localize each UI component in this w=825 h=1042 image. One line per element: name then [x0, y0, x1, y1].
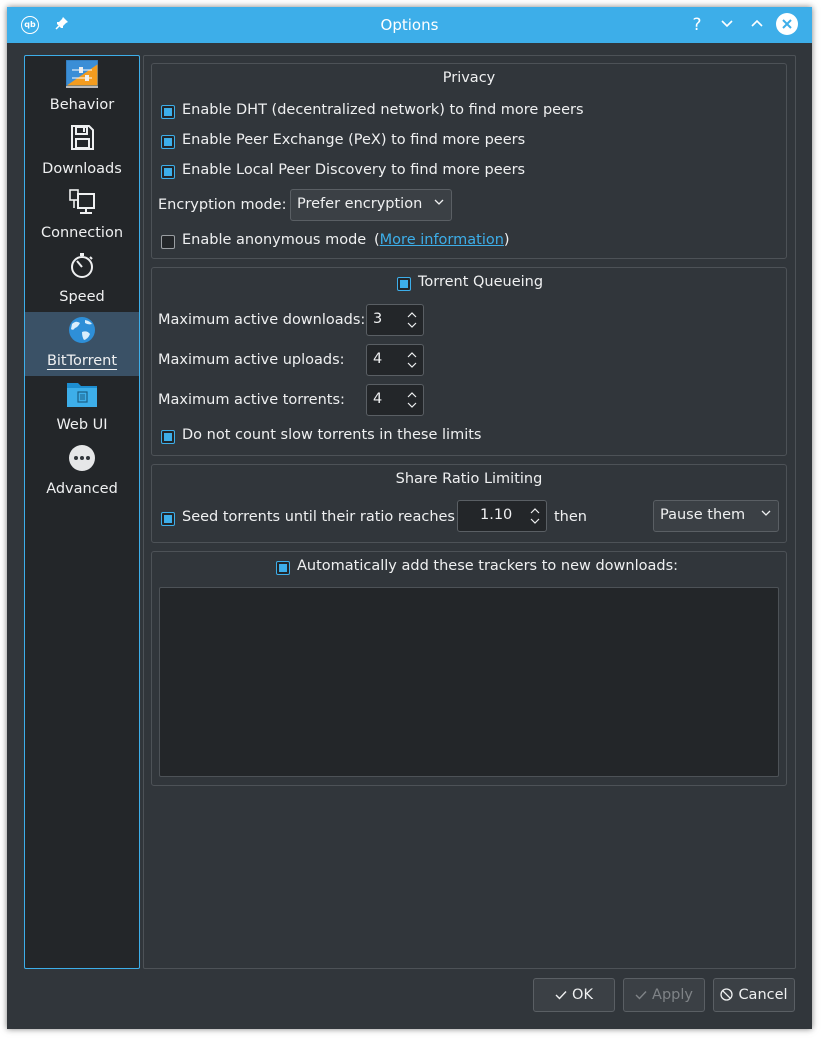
cancel-icon	[720, 988, 734, 1001]
max-uploads-label: Maximum active uploads:	[158, 352, 345, 368]
max-torrents-label: Maximum active torrents:	[158, 392, 345, 408]
pex-checkbox[interactable]	[161, 135, 175, 149]
sidebar-item-webui[interactable]: Web UI	[25, 376, 139, 440]
trackers-textarea[interactable]	[159, 587, 779, 777]
apply-button[interactable]: Apply	[623, 978, 705, 1012]
spin-arrows-icon[interactable]	[406, 308, 418, 332]
privacy-title: Privacy	[442, 70, 496, 86]
options-sidebar: Behavior Downloads Connection Speed BitT…	[24, 55, 140, 969]
sidebar-item-label: Speed	[59, 289, 105, 305]
options-window: qb Options ? Behavior Downloads Connecti…	[7, 7, 812, 1029]
more-icon	[69, 445, 95, 471]
network-icon	[69, 189, 95, 214]
ratio-action-value: Pause them	[660, 507, 746, 523]
sidebar-item-behavior[interactable]: Behavior	[25, 56, 139, 120]
sidebar-item-label: Web UI	[56, 417, 108, 433]
sidebar-item-advanced[interactable]: Advanced	[25, 440, 139, 504]
cancel-label: Cancel	[738, 987, 788, 1003]
globe-icon	[69, 317, 95, 343]
chevron-down-icon	[761, 510, 771, 516]
trackers-group: Automatically add these trackers to new …	[151, 551, 787, 786]
spin-arrows-icon[interactable]	[529, 504, 541, 528]
check-icon	[635, 991, 647, 1000]
trackers-label: Automatically add these trackers to new …	[297, 558, 679, 574]
lpd-label: Enable Local Peer Discovery to find more…	[182, 162, 526, 178]
anonymous-label: Enable anonymous mode	[182, 232, 367, 248]
save-icon	[71, 125, 94, 150]
trackers-checkbox[interactable]	[276, 561, 290, 575]
check-icon	[555, 991, 567, 1000]
sidebar-item-connection[interactable]: Connection	[25, 184, 139, 248]
then-label: then	[554, 509, 587, 525]
stopwatch-icon	[71, 253, 93, 278]
max-torrents-value: 4	[373, 391, 383, 407]
ratio-action-select[interactable]: Pause them	[653, 500, 779, 532]
encryption-mode-value: Prefer encryption	[297, 196, 423, 212]
bittorrent-page: Privacy Enable DHT (decentralized networ…	[143, 55, 796, 969]
apply-label: Apply	[652, 987, 693, 1003]
sidebar-item-speed[interactable]: Speed	[25, 248, 139, 312]
seed-ratio-label: Seed torrents until their ratio reaches	[182, 509, 455, 525]
maximize-icon[interactable]	[747, 15, 767, 35]
sidebar-item-downloads[interactable]: Downloads	[25, 120, 139, 184]
lpd-checkbox[interactable]	[161, 165, 175, 179]
encryption-label: Encryption mode:	[158, 197, 287, 213]
cancel-button[interactable]: Cancel	[713, 978, 795, 1012]
behavior-icon	[66, 60, 98, 88]
share-ratio-group: Share Ratio Limiting Seed torrents until…	[151, 464, 787, 543]
share-ratio-title: Share Ratio Limiting	[395, 471, 543, 487]
folder-icon	[67, 383, 97, 407]
slow-torrents-label: Do not count slow torrents in these limi…	[182, 427, 482, 443]
sidebar-item-label: Advanced	[46, 481, 118, 497]
spin-arrows-icon[interactable]	[406, 348, 418, 372]
more-information-link[interactable]: More information	[380, 232, 504, 248]
max-uploads-value: 4	[373, 351, 383, 367]
queueing-title: Torrent Queueing	[418, 274, 544, 290]
spin-arrows-icon[interactable]	[406, 388, 418, 412]
ok-label: OK	[572, 987, 593, 1003]
close-icon[interactable]	[776, 13, 798, 35]
ok-button[interactable]: OK	[533, 978, 615, 1012]
slow-torrents-checkbox[interactable]	[161, 430, 175, 444]
pex-label: Enable Peer Exchange (PeX) to find more …	[182, 132, 526, 148]
sidebar-item-bittorrent[interactable]: BitTorrent	[25, 312, 139, 376]
seed-ratio-checkbox[interactable]	[161, 512, 175, 526]
encryption-mode-select[interactable]: Prefer encryption	[290, 189, 452, 221]
max-torrents-spinbox[interactable]: 4	[366, 384, 424, 416]
ratio-value: 1.10	[480, 507, 513, 523]
anonymous-checkbox[interactable]	[161, 235, 175, 249]
sidebar-item-label: BitTorrent	[46, 353, 118, 369]
privacy-group: Privacy Enable DHT (decentralized networ…	[151, 63, 787, 259]
max-downloads-value: 3	[373, 311, 383, 327]
sidebar-item-label: Downloads	[42, 161, 122, 177]
ratio-spinbox[interactable]: 1.10	[457, 500, 547, 532]
more-info-close-paren: )	[503, 232, 510, 248]
minimize-icon[interactable]	[717, 15, 737, 35]
torrent-queueing-group: Torrent Queueing Maximum active download…	[151, 267, 787, 456]
max-downloads-label: Maximum active downloads:	[158, 312, 366, 328]
dht-checkbox[interactable]	[161, 105, 175, 119]
title-bar: qb Options ?	[7, 7, 812, 43]
dht-label: Enable DHT (decentralized network) to fi…	[182, 102, 584, 118]
max-uploads-spinbox[interactable]: 4	[366, 344, 424, 376]
max-downloads-spinbox[interactable]: 3	[366, 304, 424, 336]
queueing-checkbox[interactable]	[397, 277, 411, 291]
chevron-down-icon	[434, 199, 444, 205]
help-icon[interactable]: ?	[687, 15, 707, 35]
sidebar-item-label: Connection	[40, 225, 124, 241]
sidebar-item-label: Behavior	[49, 97, 115, 113]
